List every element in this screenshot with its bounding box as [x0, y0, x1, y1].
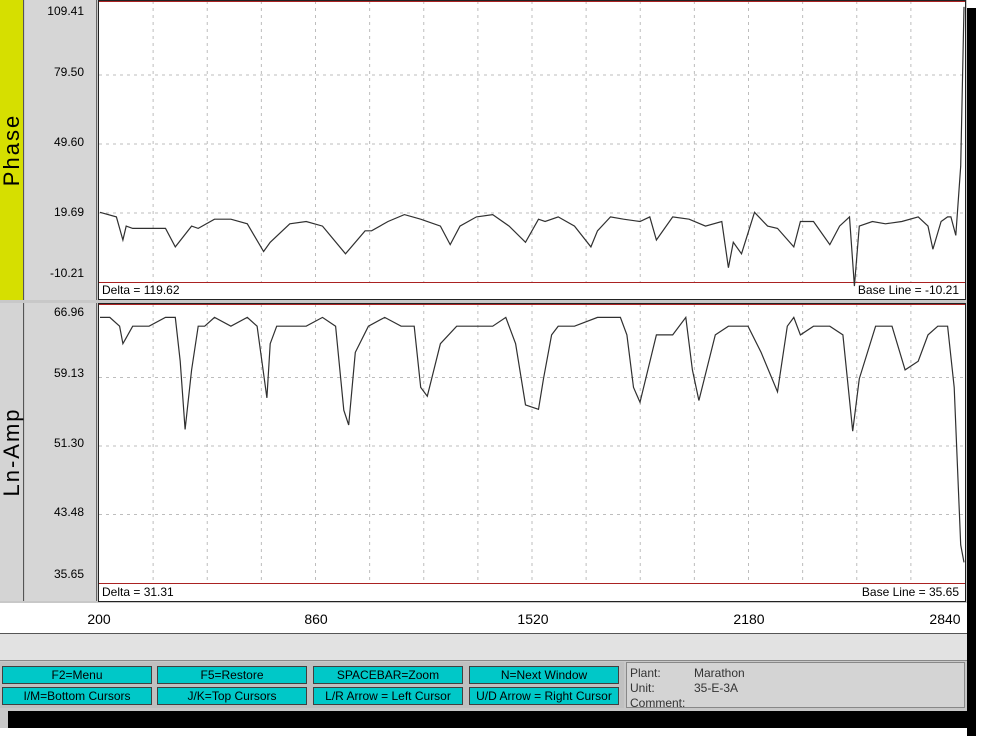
restore-button[interactable]: F5=Restore	[157, 666, 307, 684]
right-cursor-button[interactable]: U/D Arrow = Right Cursor	[469, 687, 619, 705]
phase-y-tick: -10.21	[49, 266, 84, 280]
phase-trace	[99, 6, 965, 287]
zoom-button[interactable]: SPACEBAR=Zoom	[313, 666, 463, 684]
left-cursor-button[interactable]: L/R Arrow = Left Cursor	[313, 687, 463, 705]
amp-y-tick: 43.48	[53, 505, 84, 519]
amp-chart	[99, 304, 965, 584]
x-tick: 1520	[517, 611, 549, 627]
phase-y-tick: 79.50	[53, 65, 84, 79]
amp-y-tick: 59.13	[53, 366, 84, 380]
unit-label: Unit:	[630, 681, 655, 695]
comment-label: Comment:	[630, 696, 686, 710]
phase-plot[interactable]: Delta = 119.62 Base Line = -10.21	[98, 0, 966, 300]
amp-y-axis: 66.96 59.13 51.30 43.48 35.65	[25, 303, 97, 601]
x-tick: 2180	[733, 611, 765, 627]
amp-y-tick: 66.96	[53, 305, 84, 319]
phase-y-tick: 109.41	[47, 4, 84, 18]
horizontal-scrollbar[interactable]	[0, 634, 967, 661]
x-tick: 2840	[929, 611, 961, 627]
amp-y-tick: 35.65	[53, 567, 84, 581]
menu-button[interactable]: F2=Menu	[2, 666, 152, 684]
phase-y-axis: 109.41 79.50 49.60 19.69 -10.21	[25, 0, 97, 300]
amp-label: Ln-Amp	[0, 407, 24, 497]
amp-channel-tab[interactable]: Ln-Amp	[0, 303, 24, 601]
phase-chart	[99, 1, 965, 287]
unit-row: Unit: 35-E-3A	[630, 681, 738, 695]
plant-row: Plant: Marathon	[630, 666, 745, 680]
plant-value: Marathon	[694, 666, 745, 680]
window-shadow-bottom	[8, 711, 976, 728]
phase-delta: Delta = 119.62	[102, 283, 180, 297]
amp-y-tick: 51.30	[53, 436, 84, 450]
phase-label: Phase	[0, 113, 24, 187]
info-panel: Plant: Marathon Unit: 35-E-3A Comment:	[626, 662, 965, 710]
phase-y-tick: 19.69	[53, 205, 84, 219]
top-cursors-button[interactable]: J/K=Top Cursors	[157, 687, 307, 705]
plant-label: Plant:	[630, 666, 661, 680]
window-shadow-right	[967, 8, 976, 736]
bottom-cursors-button[interactable]: I/M=Bottom Cursors	[2, 687, 152, 705]
x-tick: 860	[304, 611, 328, 627]
function-key-bar: F2=Menu F5=Restore SPACEBAR=Zoom N=Next …	[0, 662, 624, 708]
comment-row: Comment:	[630, 696, 694, 710]
next-window-button[interactable]: N=Next Window	[469, 666, 619, 684]
phase-baseline: Base Line = -10.21	[857, 283, 959, 297]
amp-delta: Delta = 31.31	[102, 585, 174, 599]
amp-plot[interactable]: Delta = 31.31 Base Line = 35.65	[98, 303, 966, 602]
x-axis: 200 860 1520 2180 2840	[0, 603, 967, 634]
phase-channel-tab[interactable]: Phase	[0, 0, 24, 300]
x-tick: 200	[87, 611, 111, 627]
amp-baseline: Base Line = 35.65	[861, 585, 959, 599]
phase-y-tick: 49.60	[53, 135, 84, 149]
unit-value: 35-E-3A	[694, 681, 739, 695]
